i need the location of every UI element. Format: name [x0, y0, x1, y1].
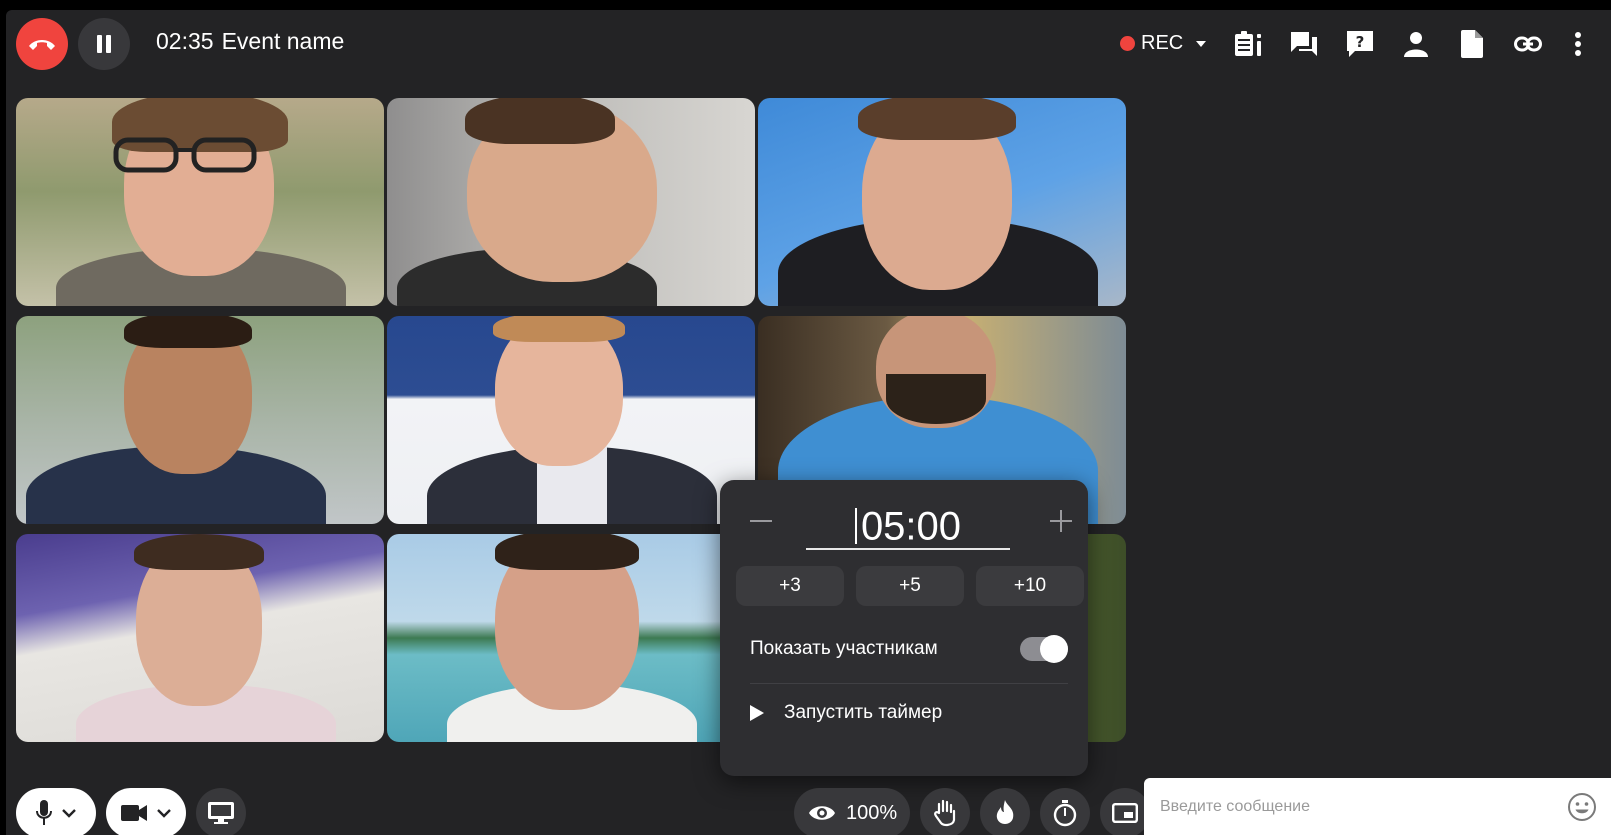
- pause-icon: [97, 35, 111, 53]
- invite-link-button[interactable]: [1510, 26, 1546, 62]
- agenda-button[interactable]: [1230, 26, 1266, 62]
- show-to-participants-toggle[interactable]: [1020, 635, 1068, 663]
- preset-button[interactable]: +3: [736, 566, 844, 606]
- glasses-icon: [113, 137, 257, 173]
- screen-share-button[interactable]: [196, 788, 246, 835]
- participant-video-tile[interactable]: [387, 534, 755, 742]
- start-timer-label: Запустить таймер: [784, 702, 943, 723]
- record-dropdown[interactable]: REC: [1120, 32, 1207, 55]
- phone-hangup-icon: [29, 40, 55, 50]
- fire-icon: [996, 800, 1014, 824]
- picture-in-picture-button[interactable]: [1100, 788, 1150, 835]
- microphone-icon: [36, 800, 52, 825]
- start-timer-button[interactable]: Запустить таймер: [750, 702, 942, 724]
- show-to-participants-label: Показать участникам: [750, 638, 938, 659]
- top-bar: 02:35 Event name REC ?: [6, 10, 1611, 76]
- timer-input[interactable]: 05:00: [806, 498, 1010, 550]
- emoji-icon[interactable]: [1567, 792, 1597, 822]
- participant-hair: [465, 98, 615, 144]
- chevron-down-icon: [157, 808, 171, 818]
- pause-button[interactable]: [78, 18, 130, 70]
- participant-hair: [134, 534, 264, 570]
- raise-hand-button[interactable]: [920, 788, 970, 835]
- preset-button[interactable]: +10: [976, 566, 1084, 606]
- files-button[interactable]: [1454, 26, 1490, 62]
- event-name: Event name: [221, 28, 345, 54]
- plus-icon: [1050, 510, 1072, 532]
- video-camera-icon: [121, 805, 147, 821]
- participant-video-tile[interactable]: [16, 534, 384, 742]
- participant-video-tile[interactable]: [387, 98, 755, 306]
- participant-beard: [886, 374, 986, 424]
- picture-in-picture-icon: [1112, 803, 1138, 823]
- participant-hair: [124, 316, 252, 348]
- hand-icon: [934, 799, 956, 827]
- questions-button[interactable]: ?: [1342, 26, 1378, 62]
- timer-increase-button[interactable]: [1046, 506, 1076, 536]
- participant-video-tile[interactable]: [16, 316, 384, 524]
- preset-button[interactable]: +5: [856, 566, 964, 606]
- timer-presets: +3 +5 +10: [736, 566, 1084, 606]
- camera-button[interactable]: [106, 788, 186, 835]
- chat-message-input[interactable]: [1160, 792, 1540, 822]
- participants-button[interactable]: [1398, 26, 1434, 62]
- play-icon: [750, 705, 764, 721]
- chevron-down-icon: [62, 808, 76, 818]
- record-label: REC: [1141, 32, 1184, 54]
- eye-icon: [809, 806, 835, 820]
- participant-video-tile[interactable]: [16, 98, 384, 306]
- participant-hair: [858, 98, 1016, 140]
- caret-down-icon: [1196, 40, 1207, 47]
- hang-up-button[interactable]: [16, 18, 68, 70]
- elapsed-time: 02:35: [156, 28, 214, 54]
- text-caret: [854, 508, 857, 545]
- stopwatch-icon: [1053, 800, 1077, 827]
- view-scale-value: 100%: [846, 801, 898, 824]
- more-menu-button[interactable]: [1566, 26, 1590, 62]
- reactions-button[interactable]: [980, 788, 1030, 835]
- participant-video-tile[interactable]: [387, 316, 755, 524]
- participant-video-tile[interactable]: [758, 98, 1126, 306]
- agenda-icon: [1235, 31, 1261, 56]
- microphone-button[interactable]: [16, 788, 96, 835]
- timer-decrease-button[interactable]: [746, 506, 776, 536]
- link-icon: [1514, 36, 1542, 52]
- chat-compose: [1144, 778, 1611, 835]
- divider: [750, 683, 1068, 684]
- event-title: 02:35 Event name: [156, 28, 344, 55]
- conference-app: 02:35 Event name REC ? 05:00 +3 +5 +10 П…: [6, 10, 1611, 835]
- document-icon: [1461, 30, 1483, 58]
- show-to-participants-row: Показать участникам: [750, 626, 1068, 672]
- record-dot-icon: [1120, 36, 1135, 51]
- minus-icon: [750, 520, 772, 522]
- chat-icon: [1291, 32, 1317, 56]
- timer-button[interactable]: [1040, 788, 1090, 835]
- timer-popup: 05:00 +3 +5 +10 Показать участникам Запу…: [720, 480, 1088, 776]
- monitor-icon: [208, 802, 234, 824]
- participant-hair: [495, 534, 639, 570]
- participant-hair: [493, 316, 625, 342]
- chat-button[interactable]: [1286, 26, 1322, 62]
- person-icon: [1404, 32, 1428, 57]
- timer-value: 05:00: [860, 504, 962, 549]
- more-vertical-icon: [1575, 32, 1581, 56]
- question-icon: ?: [1347, 31, 1373, 57]
- view-scale-button[interactable]: 100%: [794, 788, 910, 835]
- svg-text:?: ?: [1356, 33, 1365, 51]
